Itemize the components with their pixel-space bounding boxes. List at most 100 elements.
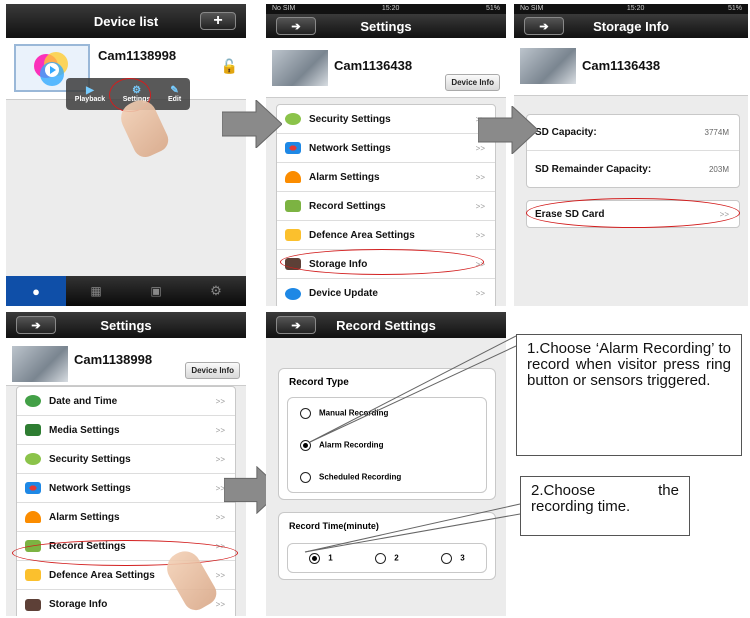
add-device-button[interactable]: + xyxy=(200,12,236,30)
device-header: Cam1138998 Device Info xyxy=(6,338,246,386)
callout-step-1: 1.Choose ‘Alarm Recording’ to record whe… xyxy=(516,334,742,456)
tab-toolbox[interactable]: ▣ xyxy=(126,276,186,306)
navbar: Device list + xyxy=(6,4,246,38)
clock-icon xyxy=(25,395,41,407)
list-item-security[interactable]: Security Settings>> xyxy=(17,445,235,474)
page-title: Settings xyxy=(360,18,412,34)
user-update-icon xyxy=(285,287,301,300)
radio-alarm[interactable] xyxy=(300,440,311,451)
navbar: ➔ Storage Info xyxy=(514,14,748,38)
playback-button[interactable]: ▶ Playback xyxy=(75,85,105,103)
radio-time-2[interactable] xyxy=(375,552,387,564)
lock-icon[interactable]: 🔓 xyxy=(221,58,238,75)
device-header: Cam1136438 xyxy=(514,38,748,96)
time-option-2[interactable]: 2 xyxy=(375,552,399,564)
list-item-defence-area[interactable]: Defence Area Settings >> xyxy=(277,221,495,250)
record-time-group: Record Time(minute) 1 2 3 xyxy=(278,512,496,580)
page-title: Storage Info xyxy=(593,18,669,34)
back-button[interactable]: ➔ xyxy=(16,316,56,334)
tab-contacts[interactable]: ● xyxy=(6,276,66,306)
back-arrow-icon: ➔ xyxy=(291,20,301,33)
person-icon: ● xyxy=(32,283,40,299)
sd-card-icon xyxy=(25,598,41,611)
time-option-1[interactable]: 1 xyxy=(309,552,333,564)
radio-time-3[interactable] xyxy=(441,552,453,564)
list-item-security[interactable]: Security Settings>> xyxy=(277,105,495,134)
sd-capacity-value: 3774M xyxy=(704,128,729,137)
tab-bar: ● ▦ ▣ ⚙ xyxy=(6,276,246,306)
record-type-label: Record Type xyxy=(289,377,349,388)
film-icon xyxy=(25,424,41,436)
device-info-button[interactable]: Device Info xyxy=(185,362,240,379)
camera-thumbnail xyxy=(520,48,576,84)
list-item-network[interactable]: Network Settings >> xyxy=(277,134,495,163)
alarm-recording-option[interactable]: Alarm Recording xyxy=(300,440,383,451)
list-item-record[interactable]: Record Settings >> xyxy=(277,192,495,221)
record-time-options: 1 2 3 xyxy=(287,543,487,573)
toolbox-icon: ▣ xyxy=(150,284,162,298)
page-title: Device list xyxy=(93,13,159,29)
tab-keypad[interactable]: ▦ xyxy=(66,276,126,306)
manual-recording-option[interactable]: Manual Recording xyxy=(300,408,388,419)
device-info-button[interactable]: Device Info xyxy=(445,74,500,91)
camcorder-icon xyxy=(285,200,301,212)
radio-time-1[interactable] xyxy=(309,552,321,564)
device-header: Cam1136438 Device Info xyxy=(266,38,506,98)
page-title: Settings xyxy=(100,317,152,333)
bell-icon xyxy=(285,171,301,183)
status-bar: No SIM 15:20 51% xyxy=(266,4,506,14)
time-option-3[interactable]: 3 xyxy=(441,552,465,564)
record-type-group: Record Type Manual Recording Alarm Recor… xyxy=(278,368,496,500)
back-button[interactable]: ➔ xyxy=(524,17,564,35)
arrow-right-icon xyxy=(478,106,538,154)
back-arrow-icon: ➔ xyxy=(31,319,41,332)
list-item-record[interactable]: Record Settings >> xyxy=(17,532,235,561)
list-item-storage-info[interactable]: Storage Info >> xyxy=(277,250,495,279)
sd-capacity-row: SD Capacity: 3774M xyxy=(527,115,739,151)
play-icon: ▶ xyxy=(86,85,94,96)
radio-manual[interactable] xyxy=(300,408,311,419)
camera-thumbnail xyxy=(12,346,68,382)
back-button[interactable]: ➔ xyxy=(276,17,316,35)
tab-settings[interactable]: ⚙ xyxy=(186,276,246,306)
antenna-icon xyxy=(25,482,41,494)
navbar: ➔ Settings xyxy=(6,312,246,338)
page-title: Record Settings xyxy=(336,317,436,333)
gear-icon: ⚙ xyxy=(210,283,222,298)
device-name: Cam1136438 xyxy=(582,58,661,73)
back-arrow-icon: ➔ xyxy=(291,319,301,332)
list-item-alarm[interactable]: Alarm Settings >> xyxy=(277,163,495,192)
storage-details: SD Capacity: 3774M SD Remainder Capacity:… xyxy=(526,114,740,188)
status-bar: No SIM 15:20 51% xyxy=(514,4,748,14)
shield-icon xyxy=(25,453,41,465)
device-name: Cam1136438 xyxy=(334,58,413,73)
panel-settings: No SIM 15:20 51% ➔ Settings Cam1136438 Dev… xyxy=(266,4,506,306)
navbar: ➔ Settings xyxy=(266,14,506,38)
record-type-options: Manual Recording Alarm Recording Schedul… xyxy=(287,397,487,493)
list-item-network[interactable]: Network Settings >> xyxy=(17,474,235,503)
sd-remainder-row: SD Remainder Capacity: 203M xyxy=(535,163,729,175)
device-name: Cam1138998 xyxy=(98,48,177,63)
antenna-icon xyxy=(285,142,301,154)
bell-icon xyxy=(25,511,41,523)
list-item-date-time[interactable]: Date and Time >> xyxy=(17,387,235,416)
sd-remainder-value: 203M xyxy=(708,164,729,174)
panel-storage-info: No SIM 15:20 51% ➔ Storage Info Cam1136438… xyxy=(514,4,748,306)
gear-icon: ⚙ xyxy=(132,85,142,96)
radio-scheduled[interactable] xyxy=(300,472,311,483)
record-time-label: Record Time(minute) xyxy=(289,521,379,531)
scheduled-recording-option[interactable]: Scheduled Recording xyxy=(300,472,401,483)
back-arrow-icon: ➔ xyxy=(539,20,549,33)
shield-icon xyxy=(285,113,301,125)
list-item-device-update[interactable]: Device Update >> xyxy=(277,279,495,306)
list-item-media[interactable]: Media Settings >> xyxy=(17,416,235,445)
edit-button[interactable]: ✎ Edit xyxy=(168,85,181,103)
camera-thumbnail xyxy=(272,50,328,86)
list-item-alarm[interactable]: Alarm Settings >> xyxy=(17,503,235,532)
erase-sd-card-button[interactable]: Erase SD Card >> xyxy=(527,201,739,227)
panel-record-settings: ➔ Record Settings Record Type Manual Rec… xyxy=(266,312,506,616)
device-name: Cam1138998 xyxy=(74,352,153,367)
erase-card-group: Erase SD Card >> xyxy=(526,200,740,228)
camcorder-icon xyxy=(25,540,41,552)
back-button[interactable]: ➔ xyxy=(276,316,316,334)
